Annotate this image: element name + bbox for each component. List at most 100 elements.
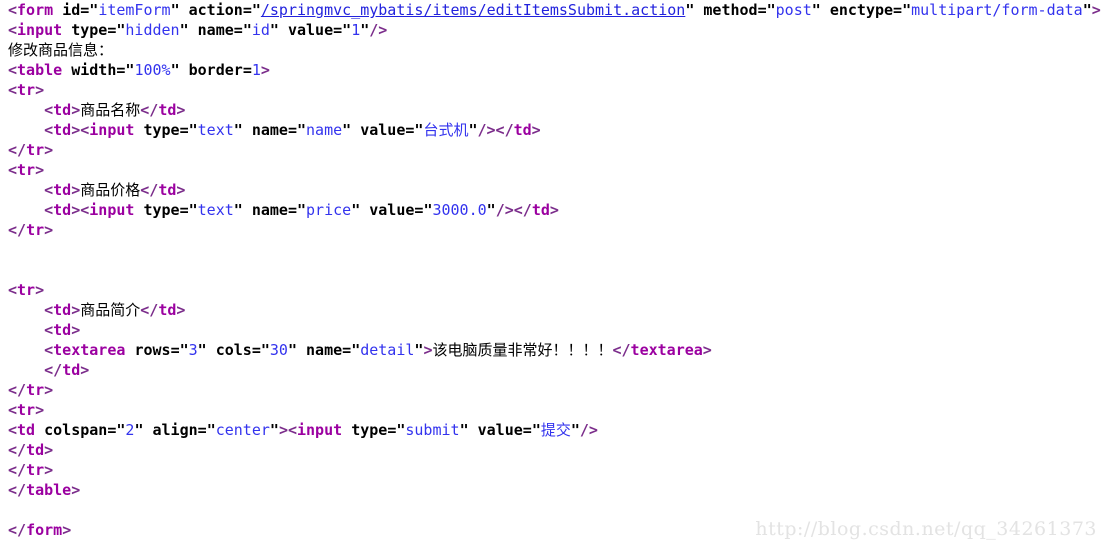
code-token-attr: action [188,1,243,19]
code-token-quote: " [179,341,189,359]
code-token-attr: value [477,421,523,439]
code-token-value: id [251,21,270,39]
code-token-value: 3000.0 [432,201,487,219]
code-token-tag: table [17,61,63,79]
code-token-quote: " [459,421,469,439]
code-token-bracket: </ [8,521,27,539]
code-token-quote: " [170,61,180,79]
code-token-attr: width [71,61,117,79]
code-token-eq: = [251,341,261,359]
code-line: <td colspan="2" align="center"><input ty… [0,420,1105,440]
code-line: </tr> [0,460,1105,480]
code-token-tag: textarea [53,341,126,359]
code-token-quote: " [351,201,361,219]
code-token-quote: " [486,201,496,219]
code-line: </td> [0,440,1105,460]
code-token-quote: " [297,121,307,139]
code-token-bracket: < [8,421,18,439]
code-token-bracket: >< [71,121,90,139]
code-token-bracket: < [8,161,18,179]
code-token-bracket: > [71,481,81,499]
code-token-value: hidden [125,21,180,39]
code-token-value: multipart/form-data [911,1,1083,19]
code-token-attr: name [251,121,288,139]
code-snippet-view: <form id="itemForm" action="/springmvc_m… [0,0,1105,548]
code-token-quote: " [89,1,99,19]
code-token-bracket: < [44,101,54,119]
code-token-tag: td [53,301,72,319]
code-line: </tr> [0,380,1105,400]
code-token-tag: table [26,481,72,499]
code-token-cjk: 修改商品信息： [8,41,114,59]
code-token-bracket: > [35,281,45,299]
code-token-attr: name [306,341,343,359]
code-token-bracket: < [44,301,54,319]
code-token-quote: " [179,21,189,39]
code-token-tag: tr [26,221,45,239]
code-token-link[interactable]: /springmvc_mybatis/items/editItemsSubmit… [261,1,685,19]
code-token-bracket: /></ [477,121,514,139]
code-token-attr: type [143,121,180,139]
code-token-cjk: 该电脑质量非常好！！！！ [432,341,613,359]
code-token-quote: " [766,1,776,19]
code-token-attr: border [188,61,243,79]
code-token-eq: = [80,1,90,19]
code-token-tag: form [26,521,63,539]
code-token-eq: = [387,421,397,439]
code-token-attr: value [360,121,406,139]
code-line: 修改商品信息： [0,40,1105,60]
code-token-quote: " [342,121,352,139]
code-token-value: submit [405,421,460,439]
code-token-attr: id [62,1,81,19]
code-token-attr: type [351,421,388,439]
code-token-quote: " [197,341,207,359]
code-token-eq: = [333,21,343,39]
code-token-bracket: </ [140,301,159,319]
code-token-tag: td [53,201,72,219]
code-token-bracket: > [80,361,90,379]
code-token-attr: name [251,201,288,219]
code-line: </tr> [0,140,1105,160]
code-token-attr: type [143,201,180,219]
code-line: <td> [0,320,1105,340]
code-token-bracket: > [71,321,81,339]
code-token-quote: " [1082,1,1092,19]
code-token-tag: td [62,361,81,379]
code-token-value-cjk: 提交 [540,421,571,439]
code-line: <td>商品简介</td> [0,300,1105,320]
code-token-attr: colspan [44,421,108,439]
code-line: </td> [0,360,1105,380]
code-token-tag: td [53,121,72,139]
code-token-bracket: > [35,401,45,419]
code-token-bracket: > [44,381,54,399]
code-token-bracket: < [8,61,18,79]
code-token-bracket: < [44,321,54,339]
code-token-eq: = [893,1,903,19]
code-token-quote: " [188,201,198,219]
code-line: <input type="hidden" name="id" value="1"… [0,20,1105,40]
code-token-attr: cols [215,341,252,359]
code-token-eq: = [242,1,252,19]
code-line: <textarea rows="3" cols="30" name="detai… [0,340,1105,360]
code-token-tag: form [17,1,54,19]
code-token-quote: " [269,421,279,439]
code-lines-container: <form id="itemForm" action="/springmvc_m… [0,0,1105,540]
code-token-quote: " [685,1,695,19]
code-token-eq: = [287,121,297,139]
code-token-attr: enctype [829,1,894,19]
code-token-bracket: < [8,81,18,99]
code-token-eq: = [179,201,189,219]
code-line: </tr> [0,220,1105,240]
